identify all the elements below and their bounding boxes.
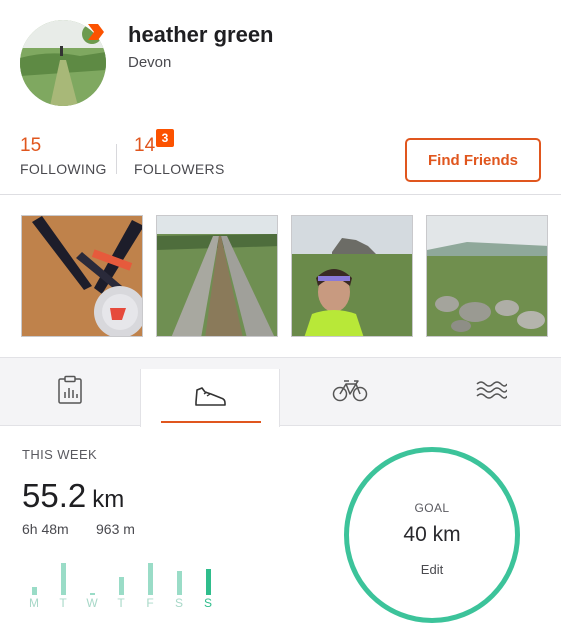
bicycle-icon	[332, 378, 368, 407]
running-shoe-icon	[193, 384, 227, 413]
clipboard-stats-icon	[56, 375, 84, 410]
daily-bar	[206, 569, 211, 595]
day-label: T	[117, 596, 125, 610]
daily-bar	[61, 563, 66, 595]
daily-bar	[90, 593, 95, 595]
followers-count: 14	[134, 135, 156, 156]
profile-header: heather green Devon	[0, 0, 561, 125]
following-count: 15	[20, 135, 42, 156]
followers-label: FOLLOWERS	[134, 161, 225, 177]
subscriber-chevron-icon	[86, 22, 106, 42]
tab-ride[interactable]	[280, 358, 420, 426]
following-label: FOLLOWING	[20, 161, 107, 177]
week-title: THIS WEEK	[22, 447, 98, 462]
daily-bar	[119, 577, 124, 595]
following-stat[interactable]: 15 FOLLOWING	[20, 135, 107, 177]
week-moving-time: 6h 48m	[22, 521, 69, 537]
swim-waves-icon	[475, 379, 508, 406]
athlete-name: heather green	[128, 22, 274, 47]
day-label: M	[29, 596, 39, 610]
daily-bar	[32, 587, 37, 595]
followers-stat[interactable]: 14 FOLLOWERS	[134, 135, 225, 177]
day-label: S	[174, 596, 183, 610]
stat-divider	[116, 144, 117, 174]
moorland-rocks-photo[interactable]	[426, 215, 548, 337]
athlete-location: Devon	[128, 54, 172, 71]
daily-bar	[148, 563, 153, 595]
active-tab-indicator	[161, 421, 261, 423]
photo-strip	[0, 196, 561, 356]
selfie-tor-photo[interactable]	[291, 215, 413, 337]
tab-overview[interactable]	[0, 358, 140, 426]
week-distance-unit: km	[92, 486, 125, 513]
tab-swim[interactable]	[421, 358, 561, 426]
new-followers-badge: 3	[156, 129, 174, 147]
find-friends-button[interactable]: Find Friends	[405, 138, 541, 182]
goal-edit-link[interactable]: Edit	[349, 562, 515, 577]
sport-tabs	[0, 357, 561, 427]
day-label: W	[86, 596, 98, 610]
day-label: T	[59, 596, 67, 610]
goal-value: 40 km	[403, 523, 461, 546]
goal-title: GOAL	[414, 501, 450, 515]
moorland-track-photo[interactable]	[156, 215, 278, 337]
day-label: S	[203, 596, 212, 610]
week-distance-value: 55.2	[22, 477, 87, 514]
week-distance: 55.2 km	[22, 477, 124, 515]
tab-run[interactable]	[140, 369, 280, 427]
week-elevation: 963 m	[96, 521, 135, 537]
medal-photo[interactable]	[21, 215, 143, 337]
daily-bar	[177, 571, 182, 595]
day-label: F	[146, 596, 154, 610]
goal-ring: GOAL 40 km Edit	[344, 447, 520, 623]
